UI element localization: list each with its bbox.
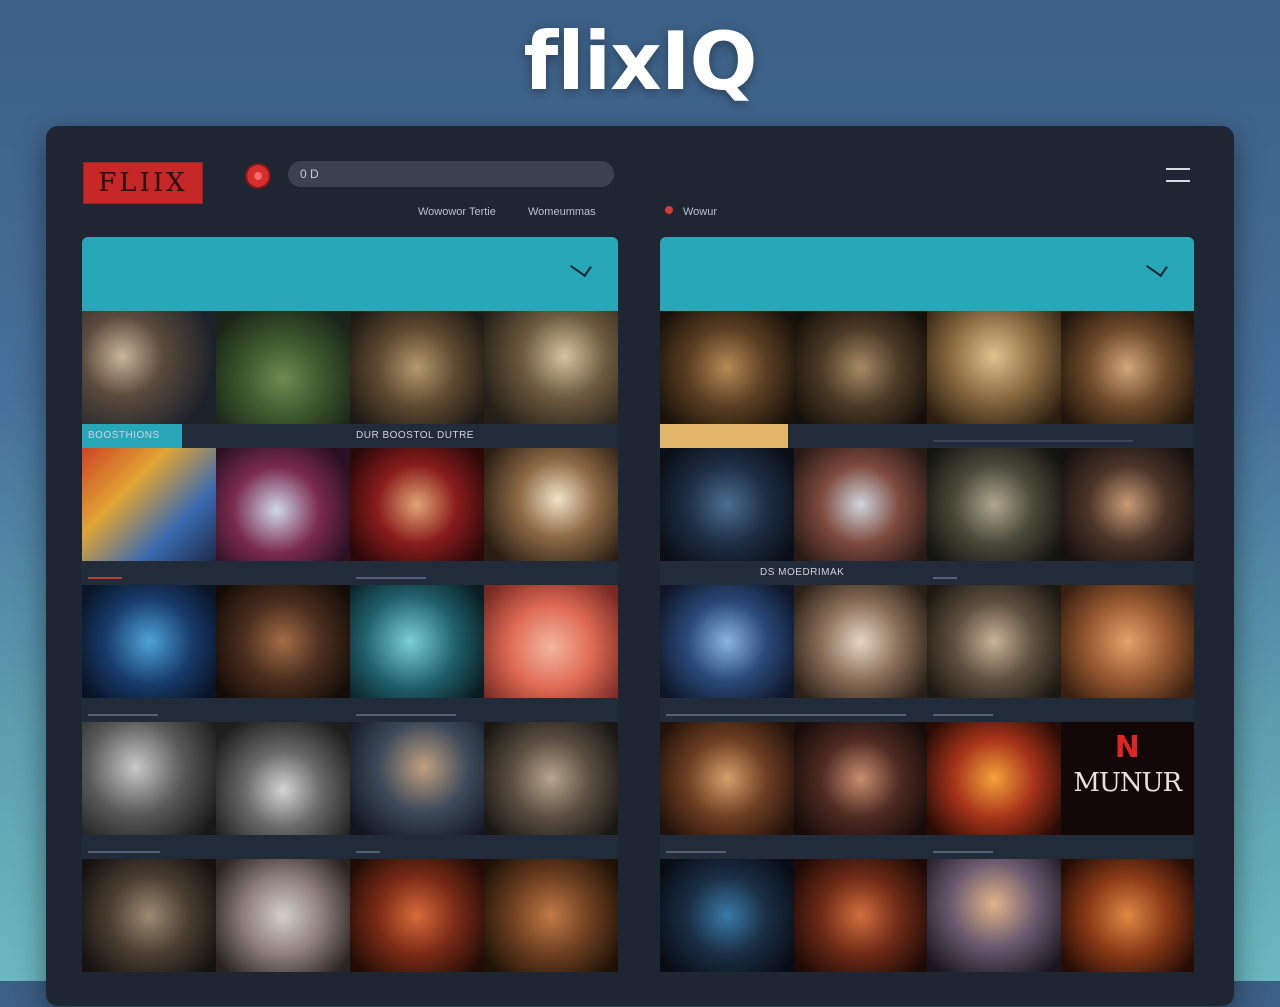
thumbnail-tile[interactable] [1060, 585, 1194, 698]
thumbnail-tile[interactable] [1060, 859, 1194, 972]
thumbnail-tile[interactable] [927, 859, 1061, 972]
thumbnail-tile[interactable] [216, 859, 350, 972]
thumbnail-tile[interactable] [484, 722, 618, 835]
thumbnail-tile[interactable] [82, 311, 216, 424]
caption-row [927, 835, 1194, 859]
thumbnail-tile[interactable] [484, 859, 618, 972]
thumbnail-tile[interactable] [660, 448, 794, 561]
caption-row [660, 835, 927, 859]
collapse-chevron-icon[interactable] [1146, 256, 1168, 278]
caption-text: DUR BOOSTOL DUTRE [356, 430, 474, 441]
caption-row [660, 698, 927, 722]
caption-row [350, 835, 618, 859]
status-dot-icon [665, 206, 673, 214]
thumbnail-tile[interactable] [82, 585, 216, 698]
thumbnail-tile[interactable] [350, 722, 484, 835]
caption-row [927, 561, 1194, 585]
caption-row [82, 698, 350, 722]
thumbnail-tile[interactable] [793, 859, 927, 972]
thumbnail-tile[interactable] [793, 448, 927, 561]
caption-bar [356, 851, 380, 853]
caption-accent [660, 424, 788, 448]
thumbnail-tile[interactable] [927, 585, 1061, 698]
caption-row: DUR BOOSTOL DUTRE [350, 424, 618, 448]
thumbnail-tile[interactable] [484, 585, 618, 698]
thumbnail-tile[interactable] [927, 311, 1061, 424]
thumbnail-tile[interactable] [82, 859, 216, 972]
thumbnail-tile[interactable] [660, 859, 794, 972]
caption-bar [356, 714, 456, 716]
caption-bar [666, 851, 726, 853]
caption-bar [356, 577, 426, 579]
caption-bar [933, 577, 957, 579]
caption-bar [933, 714, 993, 716]
thumbnail-tile[interactable] [484, 311, 618, 424]
thumbnail-tile[interactable] [82, 722, 216, 835]
thumbnail-tile[interactable] [660, 585, 794, 698]
thumbnail-tile[interactable] [927, 448, 1061, 561]
thumbnail-tile[interactable] [350, 859, 484, 972]
record-icon[interactable] [247, 165, 269, 187]
thumbnail-tile[interactable] [216, 311, 350, 424]
caption-row [660, 424, 927, 448]
caption-row [350, 561, 618, 585]
tile-logo-word: MUNUR [1073, 768, 1182, 798]
caption-row: DS MOEDRIMAK [660, 561, 927, 585]
thumbnail-tile[interactable] [793, 585, 927, 698]
app-window: FLIIX Wowowor Tertie Womeummas Wowur BOO… [46, 126, 1234, 1006]
left-panel: BOOSTHIONS DUR BOOSTOL DUTRE [82, 237, 618, 1007]
caption-bar [88, 714, 158, 716]
flixiq-brand-title: flixIQ [523, 15, 757, 108]
search-input[interactable] [288, 161, 614, 187]
thumbnail-tile[interactable] [660, 722, 794, 835]
app-logo[interactable]: FLIIX [83, 162, 203, 204]
right-thumbnail-grid: DS MOEDRIMAK N MUNUR [660, 311, 1194, 972]
thumbnail-tile[interactable] [216, 722, 350, 835]
collapse-chevron-icon[interactable] [570, 256, 592, 278]
caption-text: BOOSTHIONS [88, 430, 160, 441]
netflix-style-tile[interactable]: N MUNUR [1060, 722, 1194, 835]
thumbnail-tile[interactable] [350, 311, 484, 424]
thumbnail-tile[interactable] [793, 722, 927, 835]
caption-row [82, 835, 350, 859]
nav-item-c[interactable]: Wowur [683, 206, 717, 218]
caption-row [350, 698, 618, 722]
caption-row [927, 424, 1194, 448]
left-panel-header[interactable] [82, 237, 618, 311]
right-panel: DS MOEDRIMAK N MUNUR [660, 237, 1194, 1007]
caption-row [82, 561, 350, 585]
thumbnail-tile[interactable] [1060, 448, 1194, 561]
thumbnail-tile[interactable] [216, 585, 350, 698]
caption-row [927, 698, 1194, 722]
hamburger-menu-icon[interactable] [1166, 168, 1190, 184]
caption-text: DS MOEDRIMAK [760, 567, 845, 578]
thumbnail-tile[interactable] [484, 448, 618, 561]
nav-item-a[interactable]: Wowowor Tertie [418, 206, 496, 218]
thumbnail-tile[interactable] [350, 448, 484, 561]
tile-logo-letter: N [1114, 730, 1140, 765]
thumbnail-tile[interactable] [927, 722, 1061, 835]
right-panel-header[interactable] [660, 237, 1194, 311]
caption-bar [88, 851, 160, 853]
caption-bar [933, 440, 1133, 442]
caption-row: BOOSTHIONS [82, 424, 350, 448]
thumbnail-tile[interactable] [216, 448, 350, 561]
nav-item-b[interactable]: Womeummas [528, 206, 596, 218]
caption-bar [88, 577, 122, 579]
thumbnail-tile[interactable] [660, 311, 794, 424]
thumbnail-tile[interactable] [82, 448, 216, 561]
left-thumbnail-grid: BOOSTHIONS DUR BOOSTOL DUTRE [82, 311, 618, 972]
thumbnail-tile[interactable] [793, 311, 927, 424]
caption-bar [933, 851, 993, 853]
caption-bar [666, 714, 906, 716]
thumbnail-tile[interactable] [1060, 311, 1194, 424]
thumbnail-tile[interactable] [350, 585, 484, 698]
